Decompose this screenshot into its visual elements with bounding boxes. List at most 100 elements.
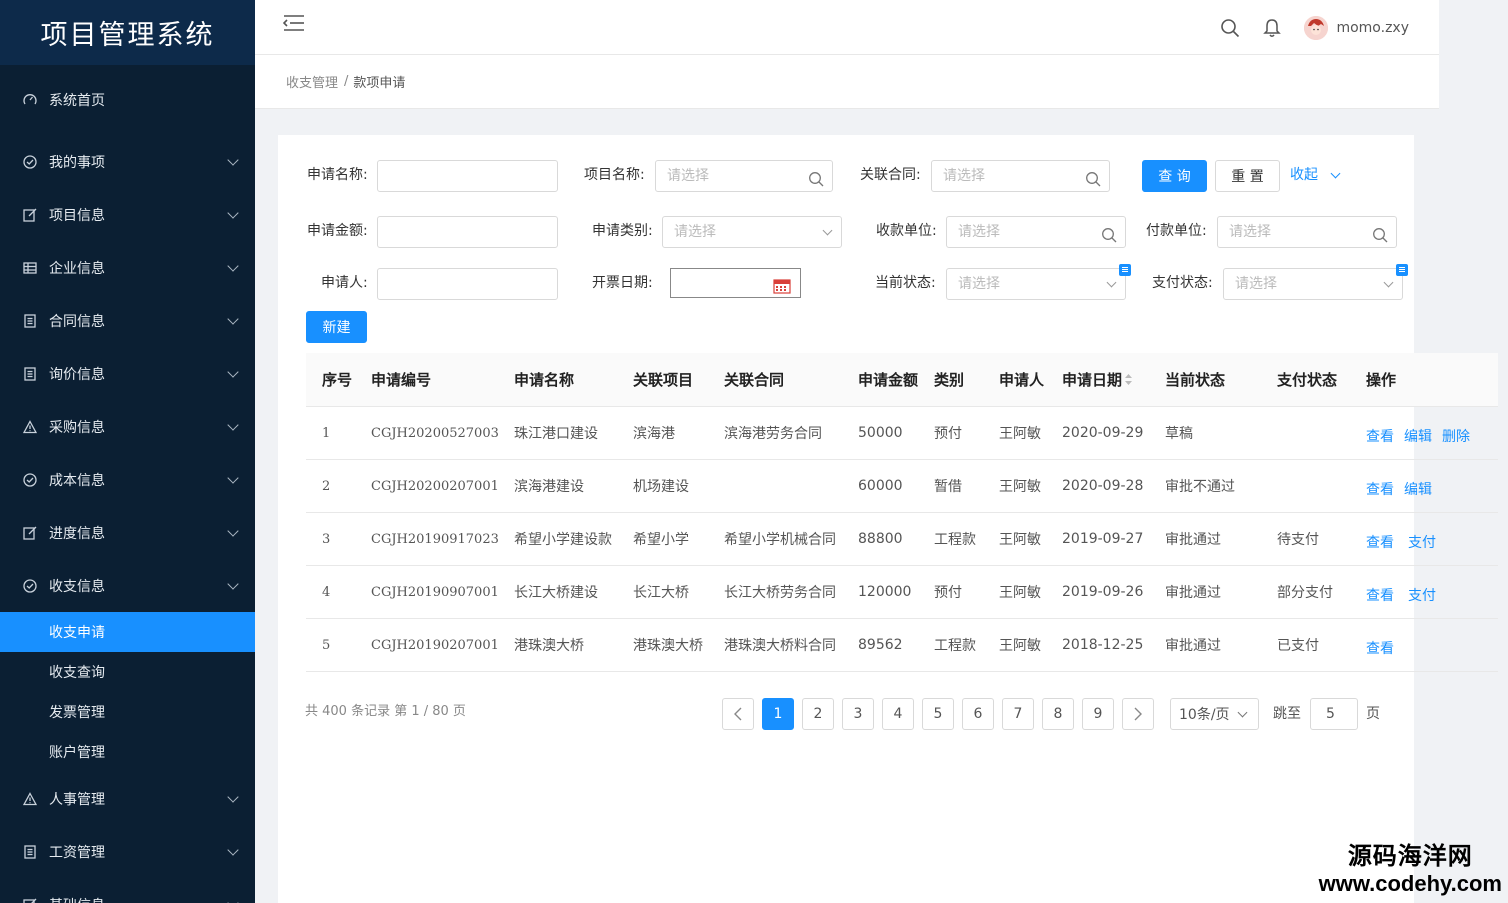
sidebar-item-label: 进度信息 <box>49 525 105 542</box>
status-select[interactable]: 请选择 <box>946 268 1126 300</box>
sidebar-item[interactable]: 合同信息 <box>0 294 255 347</box>
new-button[interactable]: 新建 <box>306 311 367 343</box>
cell-no: 1 <box>322 425 331 441</box>
sidebar-item[interactable]: 基础信息 <box>0 878 255 903</box>
cell-applicant: 王阿敏 <box>999 426 1041 442</box>
row-action-link[interactable]: 查看 <box>1366 585 1394 605</box>
column-header: 关联合同 <box>724 353 784 406</box>
sidebar-item[interactable]: 进度信息 <box>0 506 255 559</box>
sidebar-item[interactable]: 工资管理 <box>0 825 255 878</box>
payee-input[interactable]: 请选择 <box>946 216 1126 248</box>
sidebar-item[interactable]: 收支信息 <box>0 559 255 612</box>
chevron-down-icon <box>227 418 239 431</box>
column-header-label: 申请编号 <box>371 371 432 389</box>
query-button[interactable]: 查 询 <box>1142 160 1207 192</box>
page-button[interactable]: 4 <box>882 698 914 730</box>
type-select[interactable]: 请选择 <box>662 216 842 248</box>
column-header[interactable]: 申请日期 <box>1062 353 1133 406</box>
status-label: 当前状态: <box>875 275 936 291</box>
jump-page-input[interactable]: 5 <box>1310 698 1358 730</box>
top-header: momo.zxy <box>255 0 1439 55</box>
search-icon[interactable] <box>808 168 824 187</box>
list-badge-icon[interactable] <box>1396 264 1408 276</box>
project-name-input[interactable]: 请选择 <box>655 160 833 192</box>
sidebar-item[interactable]: 成本信息 <box>0 453 255 506</box>
table-row: 1 CGJH20200527003 珠江港口建设 滨海港 滨海港劳务合同 50000 预付 王… <box>306 407 1498 460</box>
cell-contract: 长江大桥劳务合同 <box>724 585 836 601</box>
row-action-link[interactable]: 编辑 <box>1404 426 1432 446</box>
edit-icon <box>22 897 38 903</box>
row-action-link[interactable]: 查看 <box>1366 638 1394 658</box>
breadcrumb-current: 款项申请 <box>353 76 406 91</box>
search-icon[interactable] <box>1085 168 1101 187</box>
page-button[interactable]: 2 <box>802 698 834 730</box>
invoice-date-input[interactable] <box>670 268 801 298</box>
row-action-link[interactable]: 支付 <box>1408 585 1436 605</box>
payer-input[interactable]: 请选择 <box>1217 216 1397 248</box>
bell-icon[interactable] <box>1262 18 1282 38</box>
cell-status: 草稿 <box>1165 426 1193 442</box>
table-row: 3 CGJH20190917023 希望小学建设款 希望小学 希望小学机械合同 88800… <box>306 513 1498 566</box>
sidebar-item-label: 成本信息 <box>49 472 105 489</box>
sidebar-item[interactable]: 我的事项 <box>0 135 255 188</box>
sidebar-item[interactable]: 询价信息 <box>0 347 255 400</box>
sidebar-subitem[interactable]: 收支查询 <box>0 652 255 692</box>
row-action-link[interactable]: 查看 <box>1366 479 1394 499</box>
breadcrumb-separator: / <box>344 74 349 89</box>
row-action-link[interactable]: 删除 <box>1442 426 1470 446</box>
cell-type: 工程款 <box>934 532 976 548</box>
apply-name-input[interactable] <box>377 160 558 192</box>
sidebar-item-label: 人事管理 <box>49 791 105 808</box>
sidebar-item[interactable]: 项目信息 <box>0 188 255 241</box>
collapse-link[interactable]: 收起 <box>1290 159 1318 191</box>
menu-toggle-icon[interactable] <box>282 14 305 32</box>
page-button[interactable]: 8 <box>1042 698 1074 730</box>
search-icon[interactable] <box>1372 224 1388 243</box>
amount-input[interactable] <box>377 216 558 248</box>
list-badge-icon[interactable] <box>1119 264 1131 276</box>
column-header: 当前状态 <box>1165 353 1225 406</box>
chevron-down-icon[interactable] <box>1330 168 1341 179</box>
page-size-select[interactable]: 10条/页 <box>1170 698 1259 730</box>
username[interactable]: momo.zxy <box>1336 20 1409 36</box>
sidebar-item[interactable]: 企业信息 <box>0 241 255 294</box>
page-button[interactable]: 3 <box>842 698 874 730</box>
prev-page-button[interactable] <box>722 698 754 730</box>
calendar-icon[interactable] <box>773 275 791 305</box>
invoice-date-label: 开票日期: <box>592 275 653 291</box>
chevron-down-icon <box>227 312 239 325</box>
breadcrumb-parent[interactable]: 收支管理 <box>286 72 338 91</box>
page-button[interactable]: 1 <box>762 698 794 730</box>
page-button[interactable]: 9 <box>1082 698 1114 730</box>
jump-label: 跳至 <box>1273 706 1301 722</box>
contract-input[interactable]: 请选择 <box>931 160 1110 192</box>
reset-button[interactable]: 重 置 <box>1215 160 1280 192</box>
page-button[interactable]: 6 <box>962 698 994 730</box>
search-icon[interactable] <box>1101 224 1117 243</box>
cell-code: CGJH20190917023 <box>371 531 499 547</box>
search-icon[interactable] <box>1220 18 1240 38</box>
next-page-button[interactable] <box>1122 698 1154 730</box>
pay-status-select[interactable]: 请选择 <box>1223 268 1403 300</box>
sort-icon[interactable] <box>1125 371 1133 389</box>
page-button[interactable]: 7 <box>1002 698 1034 730</box>
avatar[interactable] <box>1304 15 1329 40</box>
sidebar-item-label: 我的事项 <box>49 154 105 171</box>
column-header: 申请名称 <box>514 353 574 406</box>
row-action-link[interactable]: 支付 <box>1408 532 1436 552</box>
sidebar-subitem[interactable]: 发票管理 <box>0 692 255 732</box>
row-action-link[interactable]: 查看 <box>1366 532 1394 552</box>
sidebar-item[interactable]: 系统首页 <box>0 65 255 135</box>
page-button[interactable]: 5 <box>922 698 954 730</box>
row-action-link[interactable]: 编辑 <box>1404 479 1432 499</box>
applicant-input[interactable] <box>377 268 558 300</box>
chevron-down-icon <box>227 153 239 166</box>
sidebar-item[interactable]: 采购信息 <box>0 400 255 453</box>
sidebar-subitem[interactable]: 账户管理 <box>0 732 255 772</box>
row-action-link[interactable]: 查看 <box>1366 426 1394 446</box>
page-size-value: 10条/页 <box>1179 707 1230 723</box>
sidebar-item[interactable]: 人事管理 <box>0 772 255 825</box>
sidebar-item-label: 收支信息 <box>49 578 105 595</box>
sidebar-subitem[interactable]: 收支申请 <box>0 612 255 652</box>
sidebar-item-label: 合同信息 <box>49 313 105 330</box>
